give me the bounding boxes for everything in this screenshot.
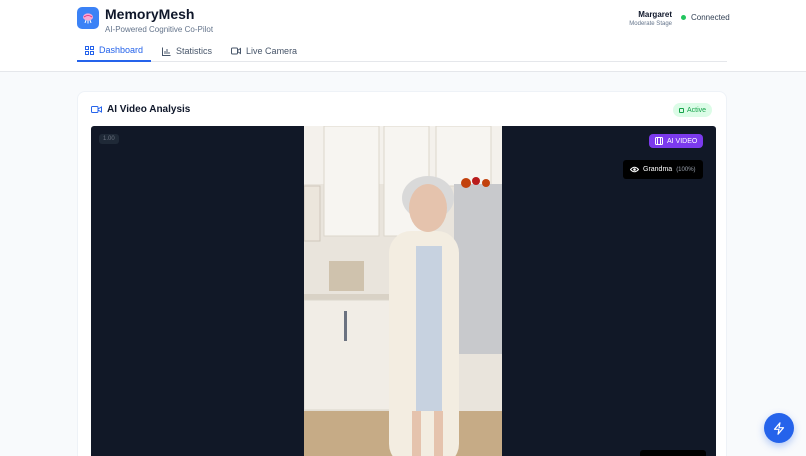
- status-dot-icon: [681, 15, 686, 20]
- nav-tabs: Dashboard Statistics Live Camera: [77, 40, 727, 62]
- video-player[interactable]: 1.00 AI VIDEO Grandma (100%): [91, 126, 716, 456]
- tab-live-camera-label: Live Camera: [246, 46, 298, 56]
- app-subtitle: AI-Powered Cognitive Co-Pilot: [105, 25, 214, 34]
- ai-video-label: AI VIDEO: [667, 137, 698, 145]
- ai-video-badge: AI VIDEO: [649, 134, 704, 148]
- card-title-text: AI Video Analysis: [107, 104, 191, 115]
- video-overlay-chip: [640, 450, 706, 456]
- connection-label: Connected: [691, 13, 730, 22]
- grid-icon: [85, 45, 94, 55]
- status-badge: Active: [673, 103, 713, 117]
- film-icon: [679, 107, 684, 113]
- film-icon: [655, 137, 663, 145]
- brand[interactable]: MemoryMesh AI-Powered Cognitive Co-Pilot: [77, 6, 213, 34]
- video-icon: [91, 106, 102, 113]
- playback-speed: 1.00: [99, 134, 119, 144]
- tab-statistics[interactable]: Statistics: [154, 40, 220, 62]
- app-title: MemoryMesh: [105, 6, 195, 22]
- user-info[interactable]: Margaret Moderate Stage: [629, 10, 672, 27]
- top-bar: MemoryMesh AI-Powered Cognitive Co-Pilot…: [0, 0, 806, 72]
- lightning-icon: [773, 421, 785, 435]
- detection-confidence: (100%): [676, 166, 696, 173]
- tab-dashboard[interactable]: Dashboard: [77, 40, 152, 62]
- video-frame-image: [304, 126, 502, 456]
- brain-logo-icon: [77, 7, 99, 29]
- card-title: AI Video Analysis: [91, 104, 190, 115]
- connection-status: Connected: [681, 13, 730, 22]
- tab-live-camera[interactable]: Live Camera: [223, 40, 305, 62]
- status-badge-label: Active: [687, 106, 707, 114]
- bar-chart-icon: [162, 47, 171, 56]
- video-icon: [231, 47, 242, 55]
- detected-person-name: Grandma: [643, 166, 673, 173]
- user-stage: Moderate Stage: [629, 21, 672, 27]
- quick-action-button[interactable]: [764, 413, 794, 443]
- tab-statistics-label: Statistics: [176, 46, 213, 56]
- tab-dashboard-label: Dashboard: [99, 45, 144, 55]
- detection-label: Grandma (100%): [623, 160, 703, 179]
- video-analysis-card: AI Video Analysis Active 1.00 AI VIDEO G…: [77, 91, 727, 456]
- user-name: Margaret: [638, 10, 672, 19]
- eye-icon: [630, 166, 639, 173]
